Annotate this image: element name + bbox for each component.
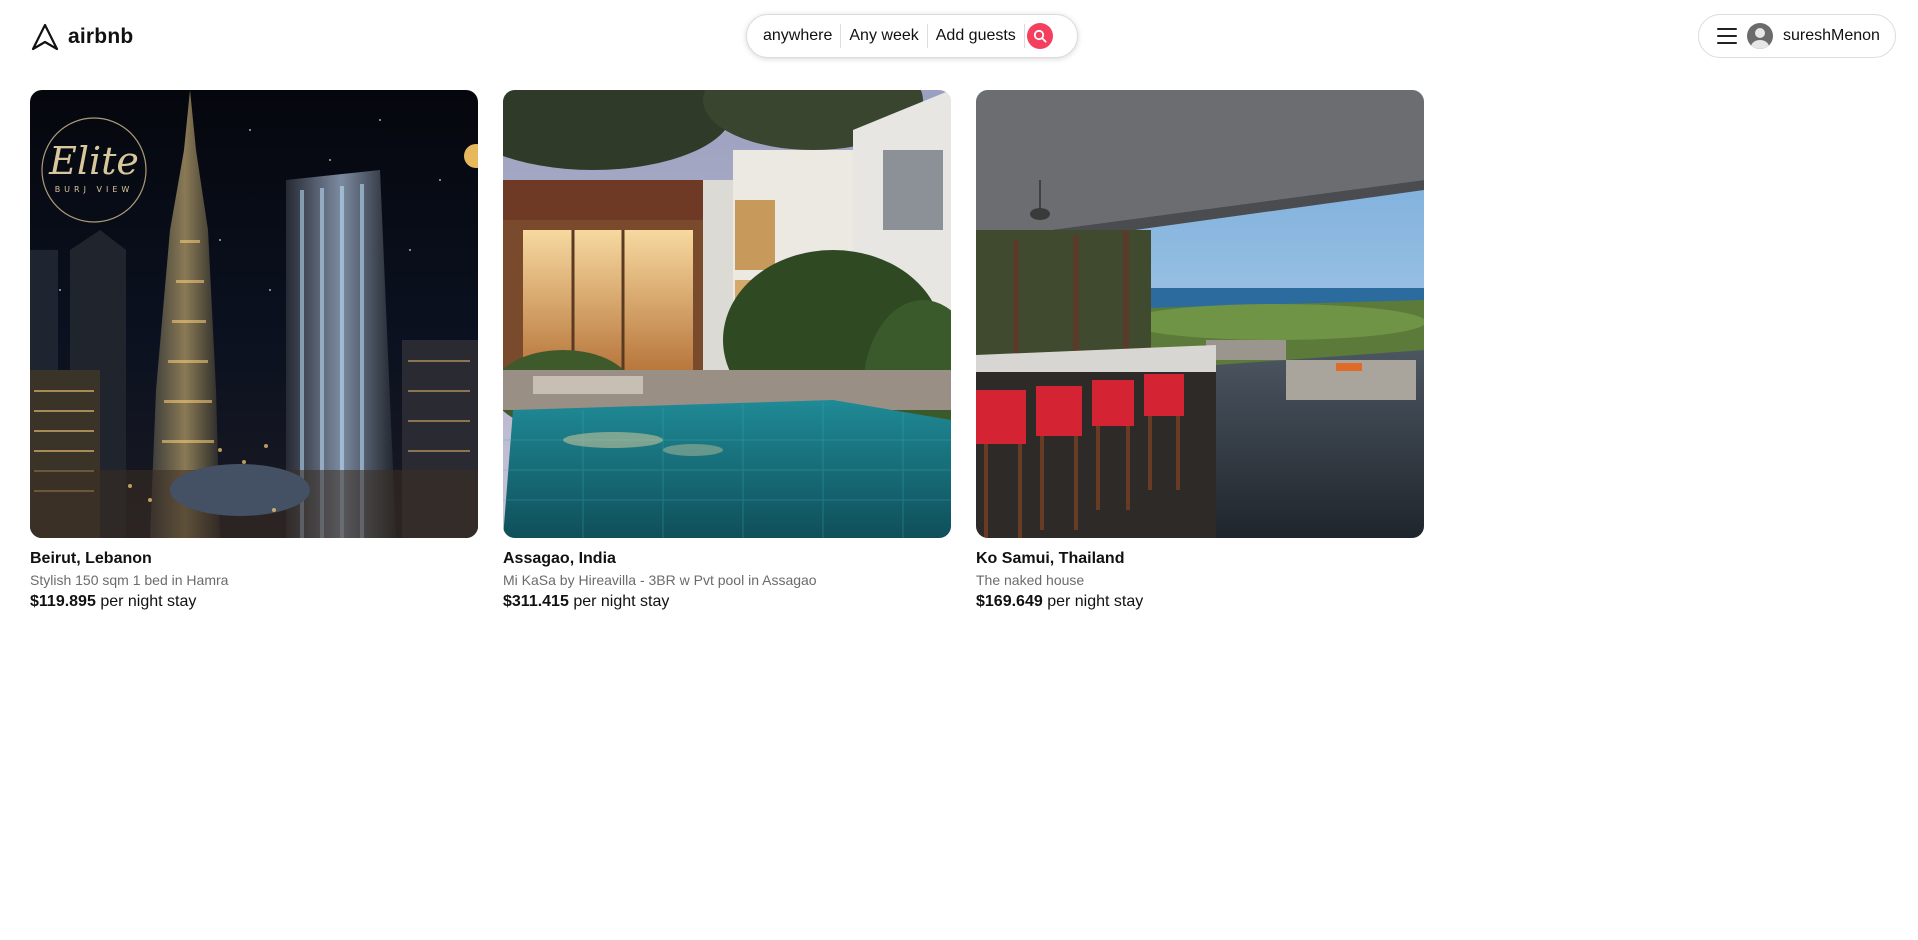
listing-price: $311.415 <box>503 593 569 610</box>
avatar <box>1747 23 1773 49</box>
search-bar[interactable]: anywhere Any week Add guests <box>746 14 1078 58</box>
listing-photo[interactable] <box>503 90 951 538</box>
username: sureshMenon <box>1783 27 1880 44</box>
search-icon <box>1033 29 1047 43</box>
navbar: airbnb anywhere Any week Add guests sure… <box>0 0 1918 74</box>
ocean-view-kitchen-photo-icon <box>976 90 1424 538</box>
user-menu-button[interactable]: sureshMenon <box>1698 14 1896 58</box>
listing-description: Mi KaSa by Hireavilla - 3BR w Pvt pool i… <box>503 572 817 588</box>
listing-price-suffix: per night stay <box>1047 593 1144 610</box>
badge-caption: BURJ VIEW <box>55 185 134 194</box>
listing-price-row: $311.415 per night stay <box>503 593 951 611</box>
villa-pool-photo-icon <box>503 90 951 538</box>
listing-price-suffix: per night stay <box>573 593 670 610</box>
listing-card[interactable]: Elite BURJ VIEW Beirut, Lebanon Stylish … <box>30 90 478 611</box>
brand-name: airbnb <box>68 25 134 48</box>
listing-price-suffix: per night stay <box>100 593 197 610</box>
airbnb-logo-icon <box>31 23 59 51</box>
listing-price-row: $169.649 per night stay <box>976 593 1424 611</box>
search-divider <box>1023 24 1025 48</box>
search-dates-button[interactable]: Any week <box>841 27 926 45</box>
night-skyline-photo-icon: Elite BURJ VIEW <box>30 90 478 538</box>
listing-description: The naked house <box>976 572 1085 588</box>
listing-description: Stylish 150 sqm 1 bed in Hamra <box>30 572 229 588</box>
search-location-button[interactable]: anywhere <box>763 27 840 45</box>
brand-logo[interactable]: airbnb <box>30 20 133 54</box>
listing-photo[interactable] <box>976 90 1424 538</box>
listing-price-row: $119.895 per night stay <box>30 593 478 611</box>
listing-card[interactable]: Assagao, India Mi KaSa by Hireavilla - 3… <box>503 90 951 611</box>
search-submit-button[interactable] <box>1026 23 1053 49</box>
hamburger-menu-icon <box>1717 28 1737 44</box>
search-guests-button[interactable]: Add guests <box>928 27 1024 45</box>
listing-location: Ko Samui, Thailand <box>976 550 1125 567</box>
listing-photo[interactable]: Elite BURJ VIEW <box>30 90 478 538</box>
badge-script: Elite <box>48 139 139 183</box>
listing-card[interactable]: Ko Samui, Thailand The naked house $169.… <box>976 90 1424 611</box>
listing-price: $119.895 <box>30 593 96 610</box>
listing-price: $169.649 <box>976 593 1043 610</box>
listing-location: Assagao, India <box>503 550 616 567</box>
listing-location: Beirut, Lebanon <box>30 550 152 567</box>
